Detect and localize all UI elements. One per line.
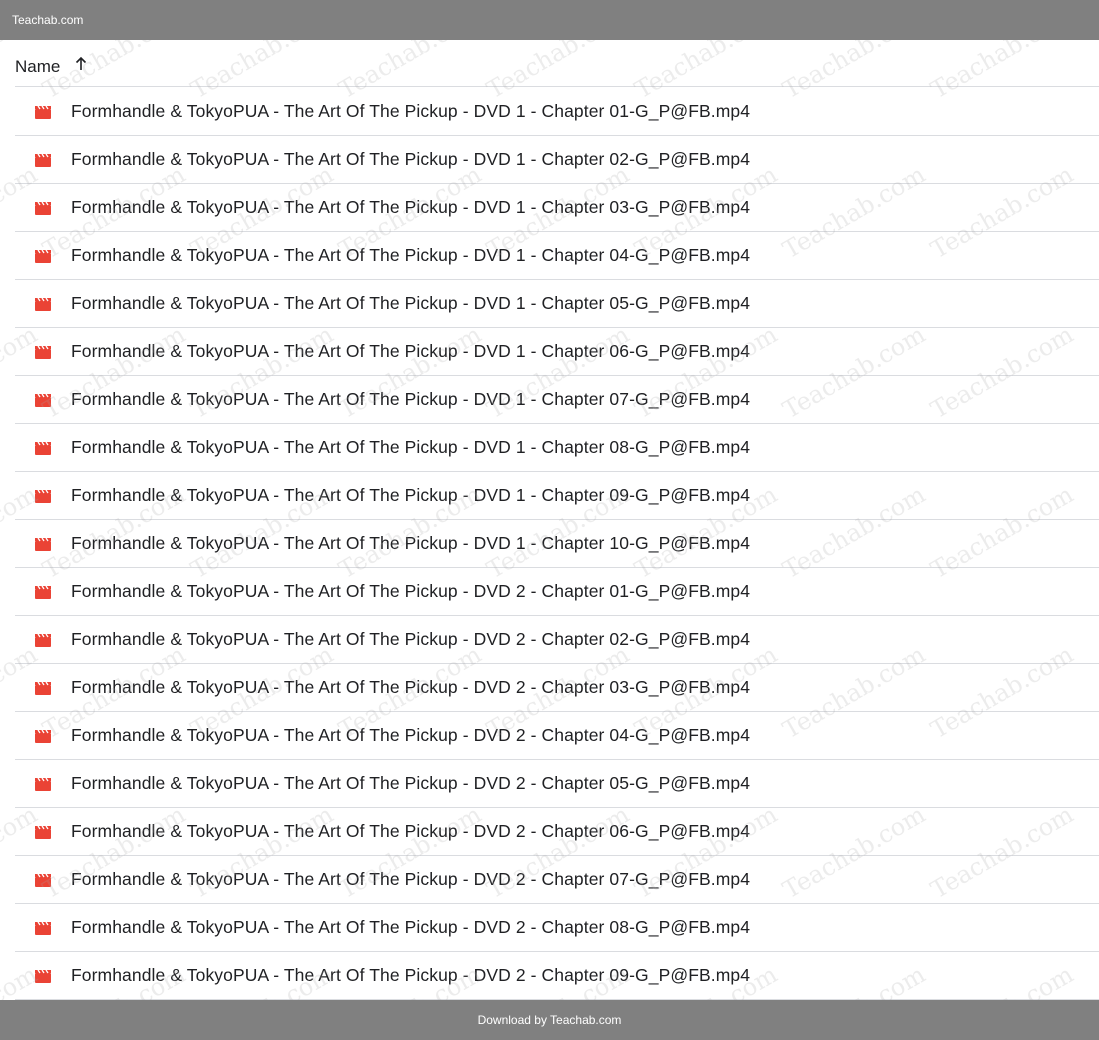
video-file-icon — [35, 297, 51, 311]
video-file-icon — [35, 201, 51, 215]
file-row[interactable]: Formhandle & TokyoPUA - The Art Of The P… — [15, 568, 1099, 616]
file-row[interactable]: Formhandle & TokyoPUA - The Art Of The P… — [15, 376, 1099, 424]
file-name[interactable]: Formhandle & TokyoPUA - The Art Of The P… — [71, 725, 750, 746]
file-name[interactable]: Formhandle & TokyoPUA - The Art Of The P… — [71, 245, 750, 266]
video-file-icon — [35, 489, 51, 503]
file-name[interactable]: Formhandle & TokyoPUA - The Art Of The P… — [71, 437, 750, 458]
file-name[interactable]: Formhandle & TokyoPUA - The Art Of The P… — [71, 917, 750, 938]
file-row[interactable]: Formhandle & TokyoPUA - The Art Of The P… — [15, 472, 1099, 520]
video-file-icon — [35, 825, 51, 839]
top-bar: Teachab.com — [0, 0, 1099, 40]
file-row[interactable]: Formhandle & TokyoPUA - The Art Of The P… — [15, 280, 1099, 328]
video-file-icon — [35, 105, 51, 119]
file-name[interactable]: Formhandle & TokyoPUA - The Art Of The P… — [71, 629, 750, 650]
video-file-icon — [35, 969, 51, 983]
video-file-icon — [35, 873, 51, 887]
video-file-icon — [35, 153, 51, 167]
file-name[interactable]: Formhandle & TokyoPUA - The Art Of The P… — [71, 485, 750, 506]
video-file-icon — [35, 921, 51, 935]
video-file-icon — [35, 441, 51, 455]
file-name[interactable]: Formhandle & TokyoPUA - The Art Of The P… — [71, 581, 750, 602]
file-row[interactable]: Formhandle & TokyoPUA - The Art Of The P… — [15, 760, 1099, 808]
video-file-icon — [35, 729, 51, 743]
video-file-icon — [35, 633, 51, 647]
file-name[interactable]: Formhandle & TokyoPUA - The Art Of The P… — [71, 341, 750, 362]
file-name[interactable]: Formhandle & TokyoPUA - The Art Of The P… — [71, 533, 750, 554]
video-file-icon — [35, 537, 51, 551]
file-row[interactable]: Formhandle & TokyoPUA - The Art Of The P… — [15, 232, 1099, 280]
file-row[interactable]: Formhandle & TokyoPUA - The Art Of The P… — [15, 952, 1099, 1000]
bottom-bar: Download by Teachab.com — [0, 1000, 1099, 1040]
video-file-icon — [35, 393, 51, 407]
video-file-icon — [35, 777, 51, 791]
file-name[interactable]: Formhandle & TokyoPUA - The Art Of The P… — [71, 821, 750, 842]
file-row[interactable]: Formhandle & TokyoPUA - The Art Of The P… — [15, 616, 1099, 664]
column-header-row: Name — [15, 40, 1099, 87]
site-title: Teachab.com — [12, 13, 84, 27]
file-name[interactable]: Formhandle & TokyoPUA - The Art Of The P… — [71, 293, 750, 314]
file-name[interactable]: Formhandle & TokyoPUA - The Art Of The P… — [71, 101, 750, 122]
video-file-icon — [35, 585, 51, 599]
file-name[interactable]: Formhandle & TokyoPUA - The Art Of The P… — [71, 389, 750, 410]
video-file-icon — [35, 681, 51, 695]
name-column-header[interactable]: Name — [15, 57, 60, 77]
file-row[interactable]: Formhandle & TokyoPUA - The Art Of The P… — [15, 424, 1099, 472]
file-name[interactable]: Formhandle & TokyoPUA - The Art Of The P… — [71, 149, 750, 170]
file-name[interactable]: Formhandle & TokyoPUA - The Art Of The P… — [71, 965, 750, 986]
file-name[interactable]: Formhandle & TokyoPUA - The Art Of The P… — [71, 197, 750, 218]
file-list: Formhandle & TokyoPUA - The Art Of The P… — [15, 88, 1099, 1000]
file-row[interactable]: Formhandle & TokyoPUA - The Art Of The P… — [15, 856, 1099, 904]
file-row[interactable]: Formhandle & TokyoPUA - The Art Of The P… — [15, 664, 1099, 712]
file-row[interactable]: Formhandle & TokyoPUA - The Art Of The P… — [15, 88, 1099, 136]
file-row[interactable]: Formhandle & TokyoPUA - The Art Of The P… — [15, 712, 1099, 760]
file-row[interactable]: Formhandle & TokyoPUA - The Art Of The P… — [15, 136, 1099, 184]
file-name[interactable]: Formhandle & TokyoPUA - The Art Of The P… — [71, 677, 750, 698]
file-row[interactable]: Formhandle & TokyoPUA - The Art Of The P… — [15, 808, 1099, 856]
download-credit: Download by Teachab.com — [477, 1013, 622, 1027]
file-row[interactable]: Formhandle & TokyoPUA - The Art Of The P… — [15, 328, 1099, 376]
arrow-up-icon[interactable] — [74, 56, 88, 72]
file-row[interactable]: Formhandle & TokyoPUA - The Art Of The P… — [15, 904, 1099, 952]
file-name[interactable]: Formhandle & TokyoPUA - The Art Of The P… — [71, 773, 750, 794]
video-file-icon — [35, 249, 51, 263]
file-name[interactable]: Formhandle & TokyoPUA - The Art Of The P… — [71, 869, 750, 890]
file-row[interactable]: Formhandle & TokyoPUA - The Art Of The P… — [15, 520, 1099, 568]
file-row[interactable]: Formhandle & TokyoPUA - The Art Of The P… — [15, 184, 1099, 232]
video-file-icon — [35, 345, 51, 359]
